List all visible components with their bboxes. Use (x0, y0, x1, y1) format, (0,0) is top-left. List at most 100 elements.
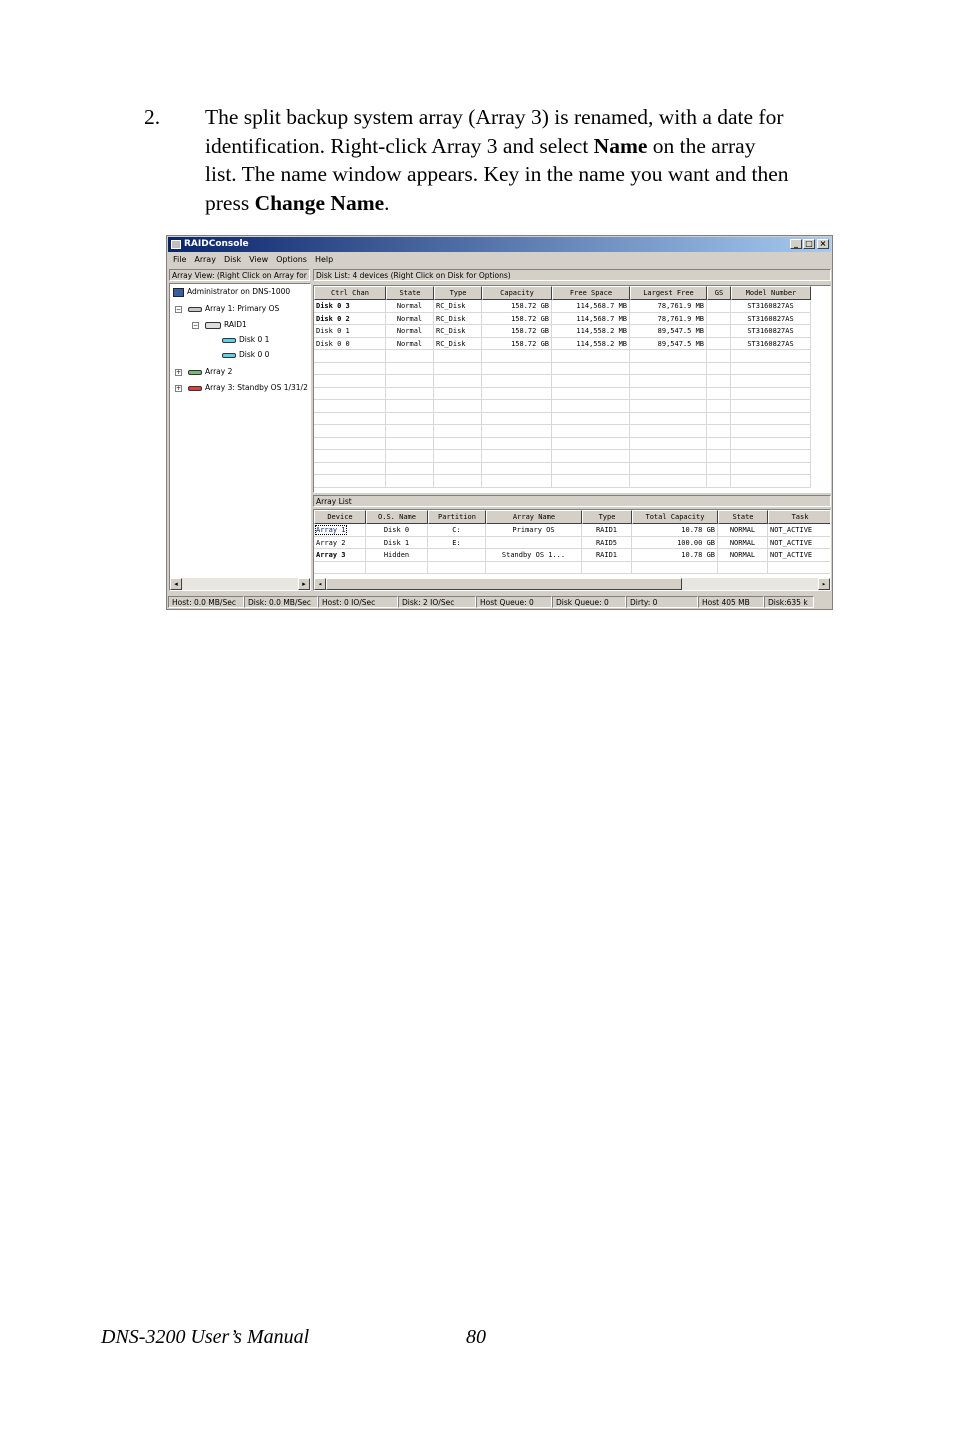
column-header[interactable]: Ctrl Chan (314, 286, 386, 300)
table-cell[interactable]: Normal (386, 312, 434, 325)
table-cell[interactable]: 10.78 GB (632, 524, 718, 537)
table-cell[interactable]: RC_Disk (434, 325, 482, 338)
table-cell[interactable] (428, 549, 486, 562)
tree-array3[interactable]: Array 3: Standby OS 1/31/2 (188, 382, 308, 394)
tree-raid1[interactable]: RAID1 (205, 319, 247, 331)
scroll-left-icon[interactable]: ◂ (170, 578, 182, 590)
menu-file[interactable]: File (173, 253, 186, 267)
table-cell[interactable]: NOT_ACTIVE (768, 549, 830, 562)
table-cell[interactable]: Hidden (366, 549, 428, 562)
table-cell[interactable]: NORMAL (718, 549, 768, 562)
table-cell[interactable]: 158.72 GB (482, 312, 552, 325)
minimize-button[interactable]: _ (790, 239, 802, 249)
table-cell[interactable] (707, 300, 731, 313)
table-cell[interactable]: Normal (386, 337, 434, 350)
table-cell[interactable]: E: (428, 536, 486, 549)
scroll-thumb[interactable] (326, 578, 682, 590)
menu-disk[interactable]: Disk (224, 253, 241, 267)
table-cell[interactable]: RC_Disk (434, 337, 482, 350)
table-cell[interactable]: Normal (386, 300, 434, 313)
menu-help[interactable]: Help (315, 253, 333, 267)
scroll-left-icon[interactable]: ◂ (314, 578, 326, 590)
column-header[interactable]: Total Capacity (632, 510, 718, 524)
menu-view[interactable]: View (249, 253, 268, 267)
cell-value: NORMAL (729, 551, 756, 559)
table-cell[interactable] (707, 312, 731, 325)
expand-icon[interactable]: + (175, 385, 182, 392)
tree-hscroll[interactable]: ◂ ▸ (170, 578, 310, 590)
table-cell[interactable]: RC_Disk (434, 300, 482, 313)
table-cell[interactable]: ST3160827AS (731, 312, 811, 325)
table-cell[interactable]: ST3160827AS (731, 337, 811, 350)
close-button[interactable]: × (817, 239, 829, 249)
column-header[interactable]: Free Space (552, 286, 630, 300)
scroll-right-icon[interactable]: ▸ (818, 578, 830, 590)
table-cell[interactable]: 89,547.5 MB (630, 337, 707, 350)
table-cell[interactable]: Disk 1 (366, 536, 428, 549)
column-header[interactable]: Type (582, 510, 632, 524)
table-cell[interactable]: Disk 0 1 (314, 325, 386, 338)
table-cell[interactable] (486, 536, 582, 549)
tree-array1[interactable]: Array 1: Primary OS (188, 303, 279, 315)
column-header[interactable]: GS (707, 286, 731, 300)
table-cell[interactable]: 158.72 GB (482, 337, 552, 350)
column-header[interactable]: Model Number (731, 286, 811, 300)
table-cell[interactable]: 10.78 GB (632, 549, 718, 562)
column-header[interactable]: O.S. Name (366, 510, 428, 524)
table-cell[interactable]: Array 2 (314, 536, 366, 549)
tree-disk00[interactable]: Disk 0 0 (222, 349, 269, 361)
column-header[interactable]: State (386, 286, 434, 300)
table-cell[interactable]: NOT_ACTIVE (768, 537, 830, 549)
collapse-icon[interactable]: − (192, 322, 199, 329)
tree-disk01[interactable]: Disk 0 1 (222, 334, 269, 346)
table-cell[interactable] (707, 325, 731, 338)
table-cell[interactable]: 114,568.7 MB (552, 312, 630, 325)
table-cell[interactable]: C: (428, 524, 486, 537)
table-cell[interactable]: 89,547.5 MB (630, 325, 707, 338)
table-hscroll[interactable]: ◂ ▸ (314, 578, 830, 590)
table-cell[interactable]: RC_Disk (434, 312, 482, 325)
table-cell[interactable]: 158.72 GB (482, 300, 552, 313)
column-header[interactable]: State (718, 510, 768, 524)
column-header[interactable]: Device (314, 510, 366, 524)
table-cell[interactable]: 114,558.2 MB (552, 337, 630, 350)
table-cell[interactable]: RAID5 (582, 536, 632, 549)
table-cell[interactable]: RAID1 (582, 549, 632, 562)
expand-icon[interactable]: + (175, 369, 182, 376)
table-cell[interactable]: NORMAL (718, 524, 768, 537)
table-cell[interactable]: NORMAL (718, 536, 768, 549)
collapse-icon[interactable]: − (175, 306, 182, 313)
tree-array2[interactable]: Array 2 (188, 366, 232, 378)
table-cell[interactable]: 78,761.9 MB (630, 312, 707, 325)
table-cell[interactable]: Standby OS 1... (486, 549, 582, 562)
table-cell[interactable] (707, 337, 731, 350)
table-cell[interactable]: 78,761.9 MB (630, 300, 707, 313)
scroll-right-icon[interactable]: ▸ (298, 578, 310, 590)
table-cell[interactable]: Disk 0 (366, 524, 428, 537)
table-cell[interactable]: Array 1 (314, 524, 366, 537)
column-header[interactable]: Task (768, 510, 830, 524)
table-cell[interactable]: NOT_ACTIVE (768, 524, 830, 537)
table-cell[interactable]: RAID1 (582, 524, 632, 537)
table-cell[interactable]: ST3160827AS (731, 300, 811, 313)
table-cell[interactable]: Primary OS (486, 524, 582, 537)
table-cell[interactable]: Disk 0 2 (314, 312, 386, 325)
column-header[interactable]: Capacity (482, 286, 552, 300)
table-cell[interactable]: ST3160827AS (731, 325, 811, 338)
column-header[interactable]: Partition (428, 510, 486, 524)
maximize-button[interactable]: □ (803, 239, 815, 249)
menu-options[interactable]: Options (276, 253, 307, 267)
table-cell[interactable]: Disk 0 0 (314, 337, 386, 350)
table-cell[interactable]: Disk 0 3 (314, 300, 386, 313)
table-cell[interactable]: 114,568.7 MB (552, 300, 630, 313)
column-header[interactable]: Largest Free (630, 286, 707, 300)
table-cell[interactable]: 114,558.2 MB (552, 325, 630, 338)
table-cell[interactable]: 100.00 GB (632, 536, 718, 549)
tree-root[interactable]: Administrator on DNS-1000 (173, 286, 290, 298)
table-cell[interactable]: 158.72 GB (482, 325, 552, 338)
table-cell[interactable]: Normal (386, 325, 434, 338)
menu-array[interactable]: Array (194, 253, 216, 267)
column-header[interactable]: Type (434, 286, 482, 300)
column-header[interactable]: Array Name (486, 510, 582, 524)
table-cell[interactable]: Array 3 (314, 549, 366, 562)
